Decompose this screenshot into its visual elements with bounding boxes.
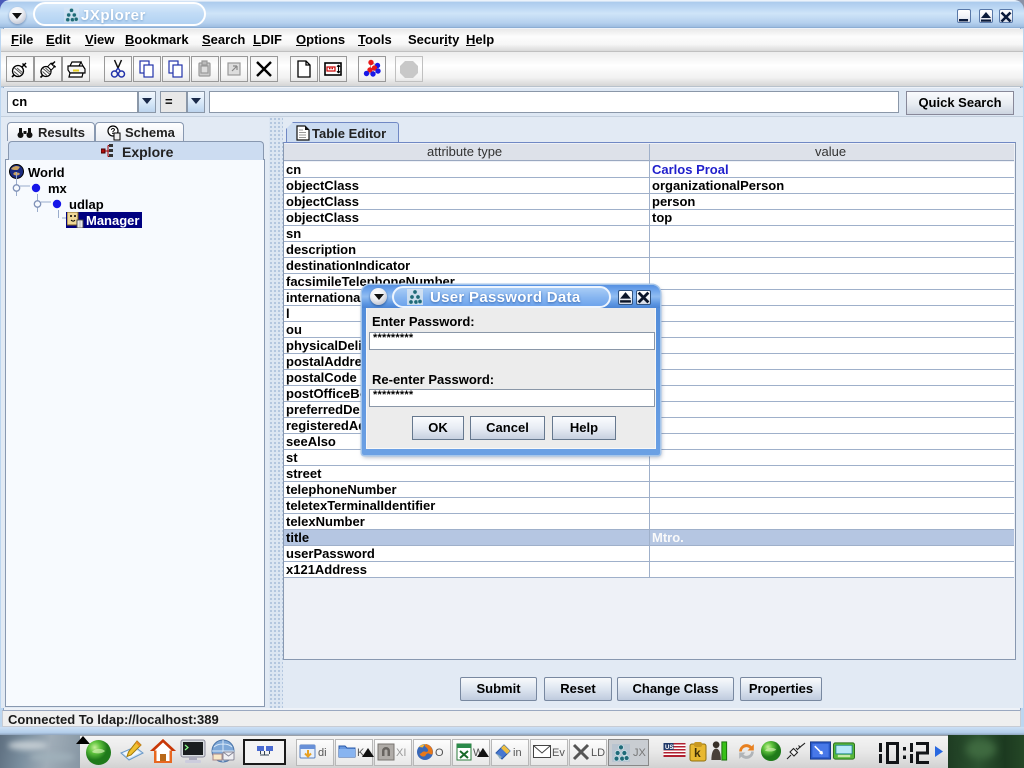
svg-text:k: k xyxy=(694,746,701,760)
svg-text:US: US xyxy=(665,745,673,751)
